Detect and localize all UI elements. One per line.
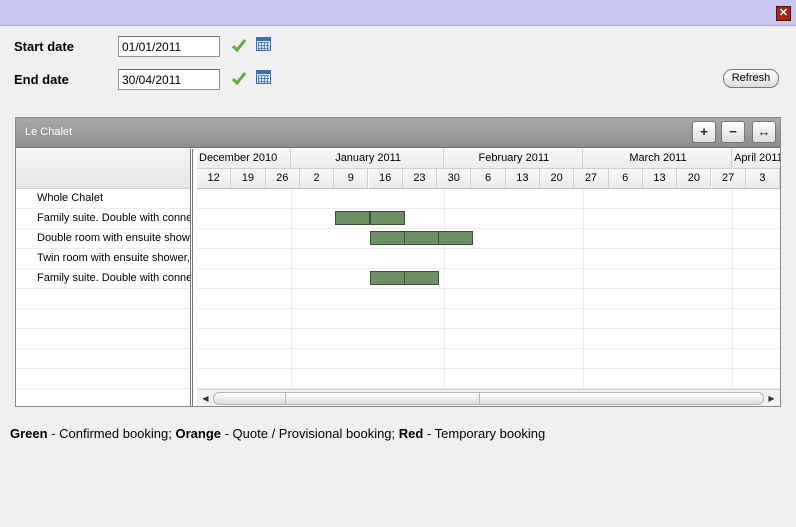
start-date-label: Start date	[14, 39, 74, 54]
close-icon: ✕	[778, 7, 789, 19]
legend-orange: Orange	[175, 426, 221, 441]
timeline-row	[197, 329, 780, 349]
month-gridline	[443, 189, 445, 389]
booking-bar[interactable]	[369, 211, 405, 225]
timeline-row	[197, 269, 780, 289]
resource-list: Whole Chalet Family suite. Double with co…	[16, 149, 193, 406]
timeline: December 2010 January 2011 February 2011 Ma…	[197, 149, 780, 389]
scroll-right-icon[interactable]: ▶	[765, 392, 778, 405]
timeline-row	[197, 289, 780, 309]
month-gridline	[732, 189, 734, 389]
week-header: 6	[471, 169, 506, 189]
horizontal-scrollbar[interactable]: ◀ ▶	[197, 389, 780, 406]
week-header: 30	[437, 169, 472, 189]
month-header: April 2011	[732, 149, 780, 169]
resource-row[interactable]: Family suite. Double with connec	[16, 269, 190, 289]
resource-row[interactable]: Twin room with ensuite shower,	[16, 249, 190, 269]
month-header: February 2011	[443, 149, 583, 169]
booking-bar[interactable]	[335, 211, 371, 225]
week-header: 12	[197, 169, 232, 189]
resource-row[interactable]	[16, 289, 190, 309]
dialog-titlebar: ✕	[0, 0, 796, 26]
week-header: 19	[231, 169, 266, 189]
calendar-icon[interactable]	[256, 70, 271, 84]
fit-button[interactable]: ↔	[752, 121, 776, 143]
month-header: March 2011	[582, 149, 733, 169]
calendar-icon[interactable]	[256, 37, 271, 51]
resource-row[interactable]: Family suite. Double with connec	[16, 209, 190, 229]
legend: Green - Confirmed booking; Orange - Quot…	[10, 426, 545, 441]
timeline-row	[197, 189, 780, 209]
week-header: 16	[368, 169, 403, 189]
resource-row[interactable]	[16, 369, 190, 389]
timeline-row	[197, 249, 780, 269]
resource-row[interactable]	[16, 329, 190, 349]
timeline-row	[197, 309, 780, 329]
booking-bar[interactable]	[403, 271, 439, 285]
legend-red: Red	[398, 426, 424, 441]
resource-row[interactable]	[16, 349, 190, 369]
resource-row[interactable]	[16, 309, 190, 329]
timeline-row	[197, 229, 780, 249]
booking-bar[interactable]	[403, 231, 439, 245]
week-header: 27	[711, 169, 746, 189]
legend-orange-text: - Quote / Provisional booking;	[221, 426, 399, 441]
booking-bar[interactable]	[369, 231, 405, 245]
resource-row[interactable]: Double room with ensuite shower	[16, 229, 190, 249]
booking-bar[interactable]	[438, 231, 474, 245]
timeline-row	[197, 369, 780, 389]
week-header: 9	[334, 169, 369, 189]
gantt-header: Le Chalet + − ↔	[16, 118, 780, 148]
booking-bar[interactable]	[369, 271, 405, 285]
resource-row[interactable]	[16, 389, 190, 406]
week-header: 6	[608, 169, 643, 189]
zoom-in-button[interactable]: +	[692, 121, 716, 143]
resource-row[interactable]: Whole Chalet	[16, 189, 190, 209]
close-button[interactable]: ✕	[776, 6, 791, 21]
week-header: 13	[642, 169, 678, 189]
zoom-out-button[interactable]: −	[721, 121, 745, 143]
week-header: 20	[677, 169, 712, 189]
start-date-input[interactable]	[118, 36, 220, 57]
check-icon[interactable]	[232, 38, 246, 52]
end-date-label: End date	[14, 72, 69, 87]
refresh-button[interactable]: Refresh	[723, 69, 779, 88]
timeline-row	[197, 209, 780, 229]
gantt-chart: Le Chalet + − ↔ Whole Chalet Family suite…	[15, 117, 781, 407]
legend-green-text: - Confirmed booking;	[47, 426, 176, 441]
week-header: 23	[402, 169, 438, 189]
week-header: 20	[540, 169, 575, 189]
week-header: 3	[745, 169, 780, 189]
legend-red-text: - Temporary booking	[423, 426, 546, 441]
month-header: December 2010	[197, 149, 292, 169]
scroll-track[interactable]	[213, 392, 764, 405]
scroll-left-icon[interactable]: ◀	[199, 392, 212, 405]
month-header: January 2011	[291, 149, 444, 169]
scroll-thumb[interactable]	[285, 393, 480, 404]
end-date-input[interactable]	[118, 69, 220, 90]
week-header: 26	[265, 169, 300, 189]
week-header: 27	[574, 169, 609, 189]
month-gridline	[582, 189, 584, 389]
month-gridline	[291, 189, 293, 389]
legend-green: Green	[10, 426, 48, 441]
timeline-row	[197, 349, 780, 369]
check-icon[interactable]	[232, 71, 246, 85]
week-header: 13	[505, 169, 540, 189]
resource-list-header	[16, 149, 190, 189]
week-header: 2	[299, 169, 335, 189]
gantt-title: Le Chalet	[25, 126, 73, 138]
